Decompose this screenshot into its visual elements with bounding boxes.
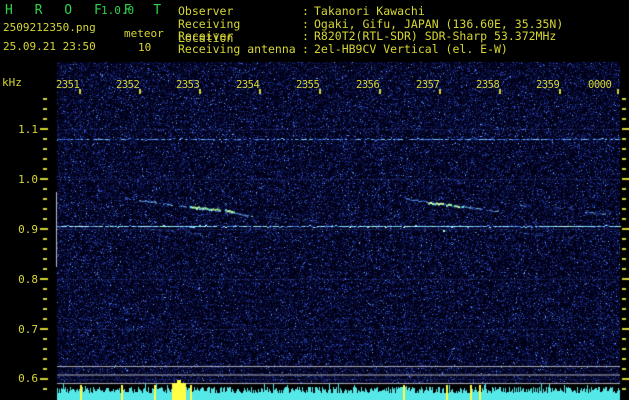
info-label: Receiving antenna [178, 41, 296, 56]
freq-tick-label: 0.8 [18, 273, 38, 286]
time-tick-label: 0000 [588, 79, 612, 91]
freq-tick-label: 1.1 [18, 123, 38, 136]
freq-axis-unit: kHz [2, 76, 22, 89]
time-tick-label: 2355 [296, 79, 320, 91]
app-title: H R O F F T [5, 3, 169, 18]
time-tick-label: 2357 [416, 79, 440, 91]
hrofft-window: H R O F F T 1.0.0 2509212350.png meteor … [0, 0, 629, 400]
output-filename: 2509212350.png [3, 21, 96, 34]
datetime-label: 25.09.21 23:50 [3, 40, 96, 53]
app-version: 1.0.0 [101, 4, 135, 17]
freq-tick-label: 0.6 [18, 372, 38, 385]
interval-label: 10 [138, 41, 152, 54]
freq-tick-label: 0.7 [18, 323, 38, 336]
time-tick-label: 2351 [56, 79, 80, 91]
time-tick-label: 2354 [236, 79, 260, 91]
time-tick-label: 2353 [176, 79, 200, 91]
time-tick-label: 2352 [116, 79, 140, 91]
freq-tick-label: 1.0 [18, 173, 38, 186]
freq-tick-label: 0.9 [18, 223, 38, 236]
time-tick-label: 2359 [536, 79, 560, 91]
info-value: 2el-HB9CV Vertical (el. E-W) [314, 41, 508, 56]
spectrogram-canvas [0, 0, 629, 400]
info-row-antenna: Receiving antenna : 2el-HB9CV Vertical (… [178, 42, 508, 56]
mode-label: meteor [124, 27, 164, 40]
time-tick-label: 2358 [476, 79, 500, 91]
info-separator: : [302, 41, 309, 56]
time-tick-label: 2356 [356, 79, 380, 91]
